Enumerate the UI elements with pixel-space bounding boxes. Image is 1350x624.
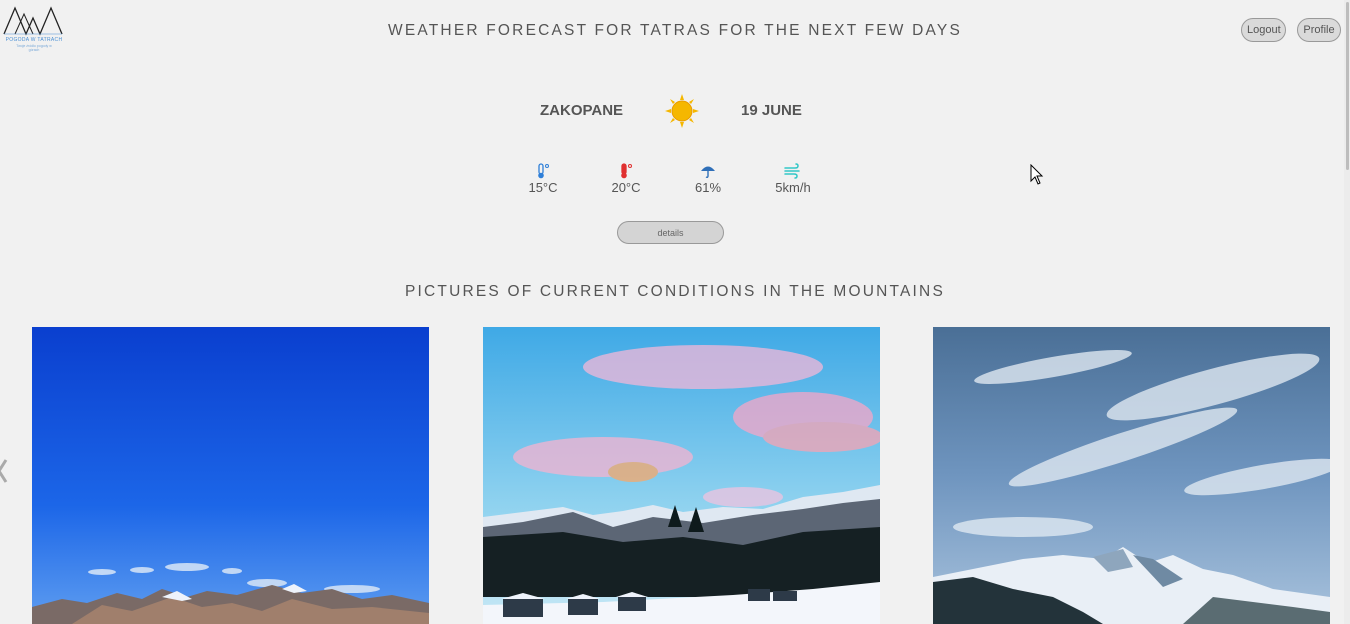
forecast-header: ZAKOPANE 19 JUNE	[0, 93, 1350, 129]
max-temperature: 20°C	[591, 163, 661, 195]
chevron-left-icon[interactable]	[0, 458, 8, 484]
min-temperature-value: 15°C	[528, 180, 558, 195]
logo-subtext: Twoje źródło pogody w górach	[16, 44, 52, 52]
umbrella-icon	[701, 166, 715, 179]
page-title: WEATHER FORECAST FOR TATRAS FOR THE NEXT…	[388, 22, 962, 39]
blue-sky-mountain-photo[interactable]	[32, 327, 429, 624]
pictures-section-title: PICTURES OF CURRENT CONDITIONS IN THE MO…	[404, 283, 945, 300]
sun-icon	[665, 94, 699, 128]
details-button[interactable]: details	[617, 221, 724, 244]
rain-probability-value: 61%	[694, 180, 722, 195]
cloudy-snowy-peaks-photo[interactable]	[933, 327, 1330, 624]
forecast-date: 19 JUNE	[741, 102, 802, 119]
min-temperature: 15°C	[508, 163, 578, 195]
thermometer-cold-icon	[538, 163, 549, 179]
rain-probability: 61%	[673, 163, 743, 195]
city-name: ZAKOPANE	[540, 102, 624, 119]
pink-sunset-valley-photo[interactable]	[483, 327, 880, 624]
thermometer-hot-icon	[621, 163, 632, 179]
wind-icon	[784, 163, 800, 179]
logout-button[interactable]: Logout	[1241, 18, 1286, 42]
profile-button[interactable]: Profile	[1297, 18, 1341, 42]
vertical-scrollbar[interactable]	[1344, 0, 1350, 624]
wind-speed-value: 5km/h	[775, 180, 811, 195]
mouse-cursor-icon	[1030, 164, 1044, 185]
wind-speed: 5km/h	[758, 163, 828, 195]
scrollbar-thumb[interactable]	[1346, 2, 1349, 170]
max-temperature-value: 20°C	[611, 180, 641, 195]
